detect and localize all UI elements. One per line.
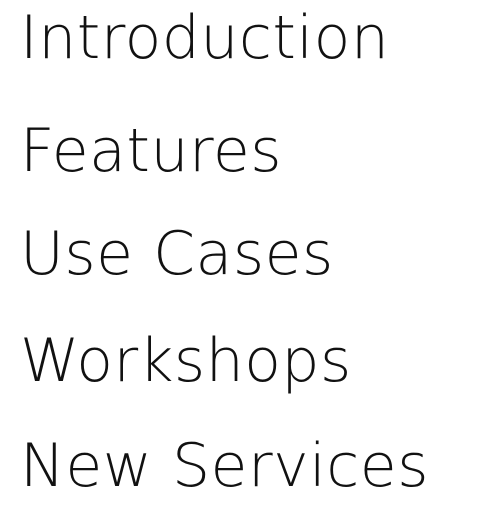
menu-item-use-cases[interactable]: Use Cases [20,224,334,284]
navigation-menu: Introduction Features Use Cases Workshop… [0,0,482,506]
menu-item-new-services[interactable]: New Services [20,436,429,496]
menu-item-workshops[interactable]: Workshops [20,331,352,391]
menu-item-introduction[interactable]: Introduction [20,8,389,68]
menu-item-features[interactable]: Features [20,121,282,181]
menu-list: Introduction Features Use Cases Workshop… [0,0,482,506]
